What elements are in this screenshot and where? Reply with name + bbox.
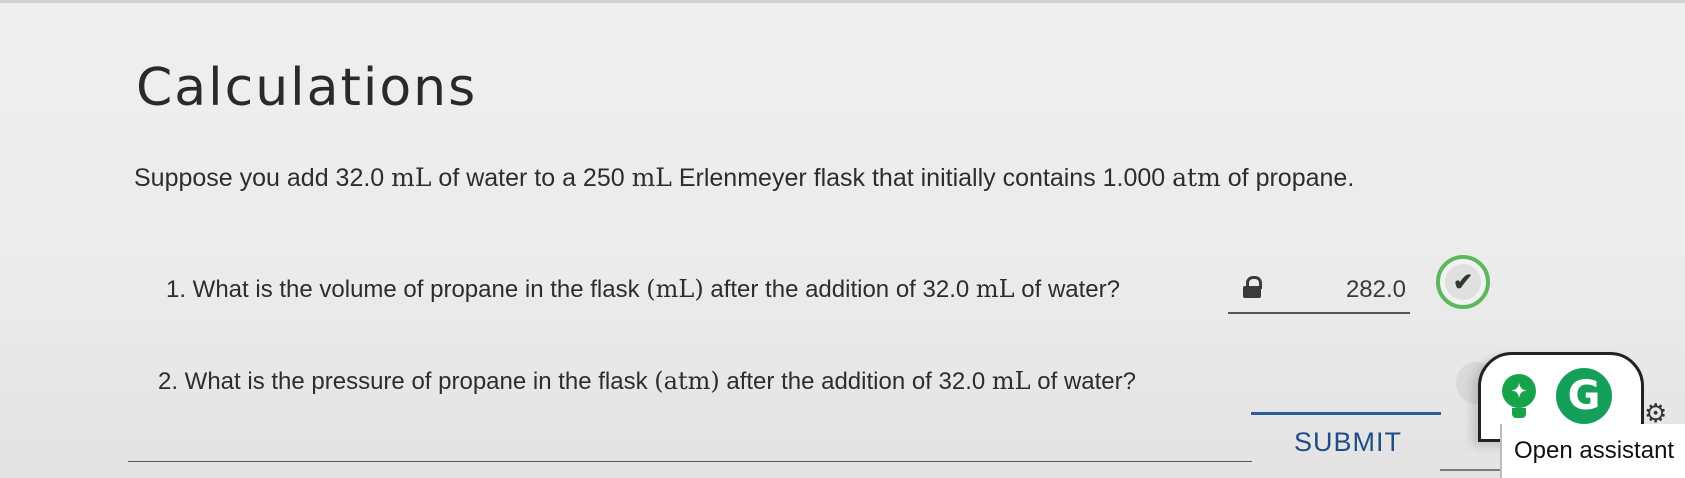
grammarly-icon[interactable]: G: [1556, 368, 1612, 424]
question-1-answer-value: 282.0: [1345, 276, 1406, 303]
open-assistant-button[interactable]: Open assistant: [1500, 424, 1685, 478]
question-1-text: 1. What is the volume of propane in the …: [166, 275, 1120, 303]
correct-status-badge: ✔: [1436, 255, 1490, 309]
question-2-text: 2. What is the pressure of propane in th…: [158, 367, 1136, 395]
submit-button[interactable]: SUBMIT: [1273, 420, 1423, 464]
question-2-answer-input[interactable]: [1251, 370, 1441, 415]
bottom-divider-right: [1440, 469, 1500, 471]
bottom-divider: [128, 461, 1252, 462]
page-title: Calculations: [136, 58, 478, 118]
question-1-answer-field: 282.0: [1228, 268, 1410, 314]
check-icon: ✔: [1445, 264, 1481, 300]
top-divider: [0, 0, 1685, 3]
problem-statement: Suppose you add 32.0 mL of water to a 25…: [134, 163, 1355, 192]
lock-icon: [1242, 276, 1262, 298]
lightbulb-icon[interactable]: ✦: [1502, 374, 1536, 418]
